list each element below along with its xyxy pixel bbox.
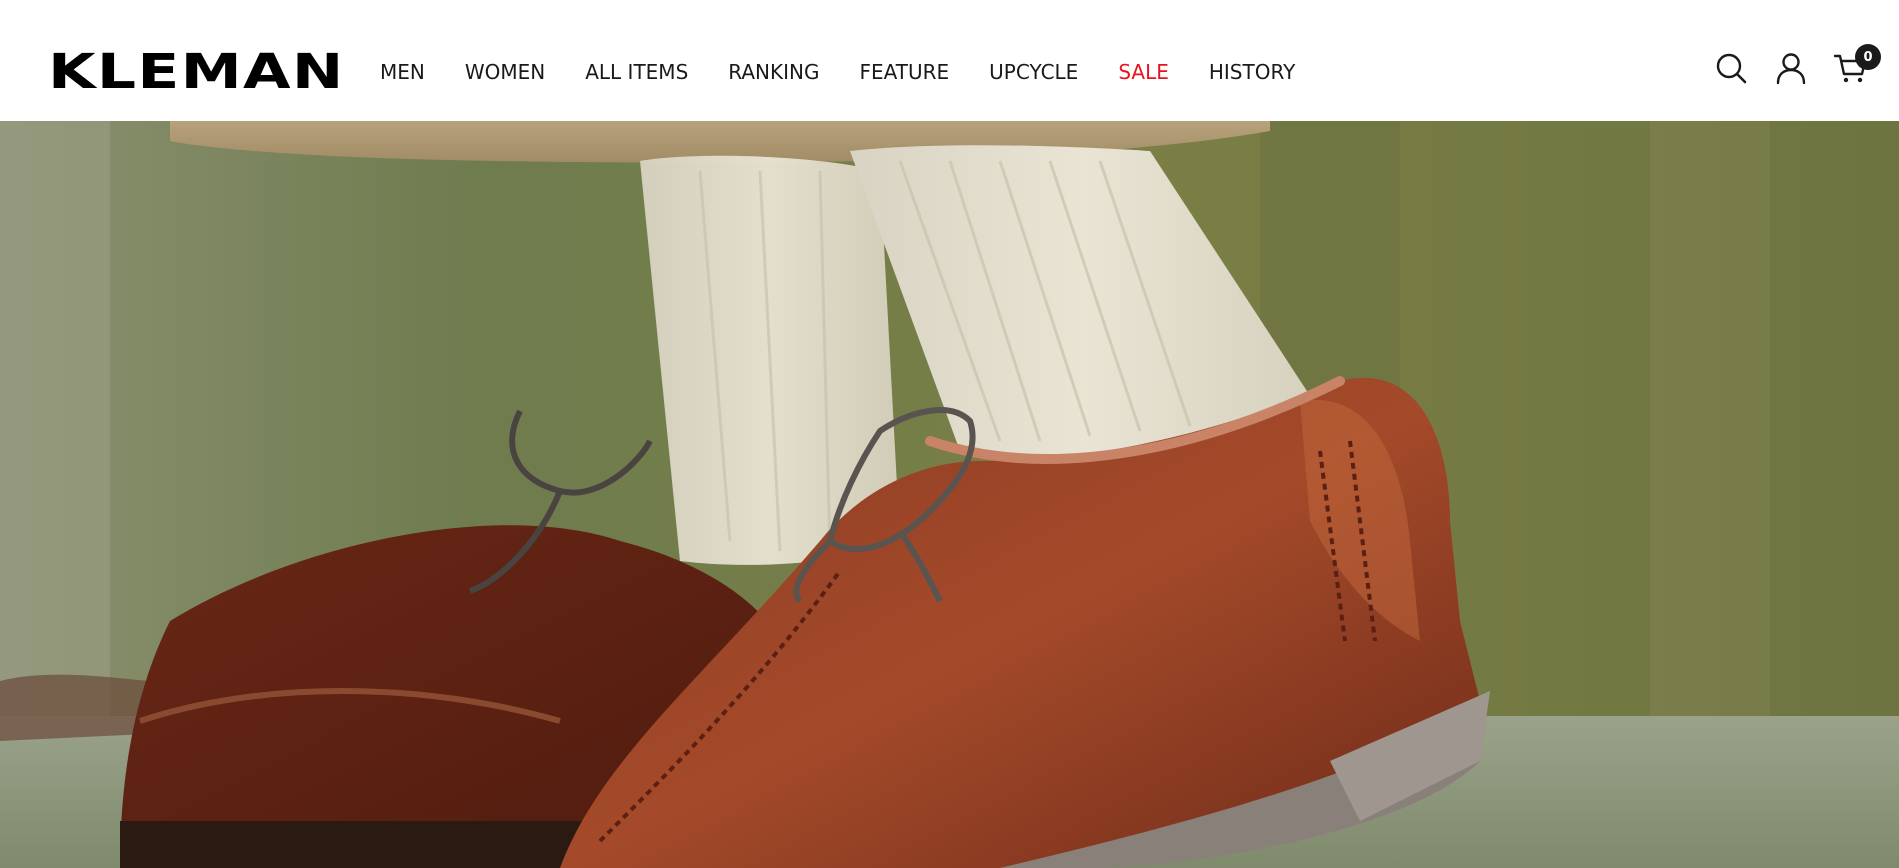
nav-item-women[interactable]: WOMEN: [465, 60, 545, 84]
nav-item-ranking[interactable]: RANKING: [728, 60, 819, 84]
nav-item-upcycle[interactable]: UPCYCLE: [989, 60, 1078, 84]
nav-item-all-items[interactable]: ALL ITEMS: [585, 60, 688, 84]
site-header: KLEMAN MEN WOMEN ALL ITEMS RANKING FEATU…: [0, 0, 1899, 121]
header-icons: 0: [1689, 44, 1881, 86]
nav-item-men[interactable]: MEN: [380, 60, 425, 84]
hero-image[interactable]: [0, 121, 1899, 868]
nav-item-history[interactable]: HISTORY: [1209, 60, 1295, 84]
nav-item-sale[interactable]: SALE: [1118, 60, 1169, 84]
cart-icon[interactable]: 0: [1833, 44, 1881, 86]
main-nav: MEN WOMEN ALL ITEMS RANKING FEATURE UPCY…: [380, 60, 1335, 84]
brand-logo[interactable]: KLEMAN: [48, 48, 345, 96]
user-icon[interactable]: [1773, 50, 1809, 86]
cart-count-badge: 0: [1855, 44, 1881, 70]
search-icon[interactable]: [1713, 50, 1749, 86]
nav-item-feature[interactable]: FEATURE: [859, 60, 949, 84]
